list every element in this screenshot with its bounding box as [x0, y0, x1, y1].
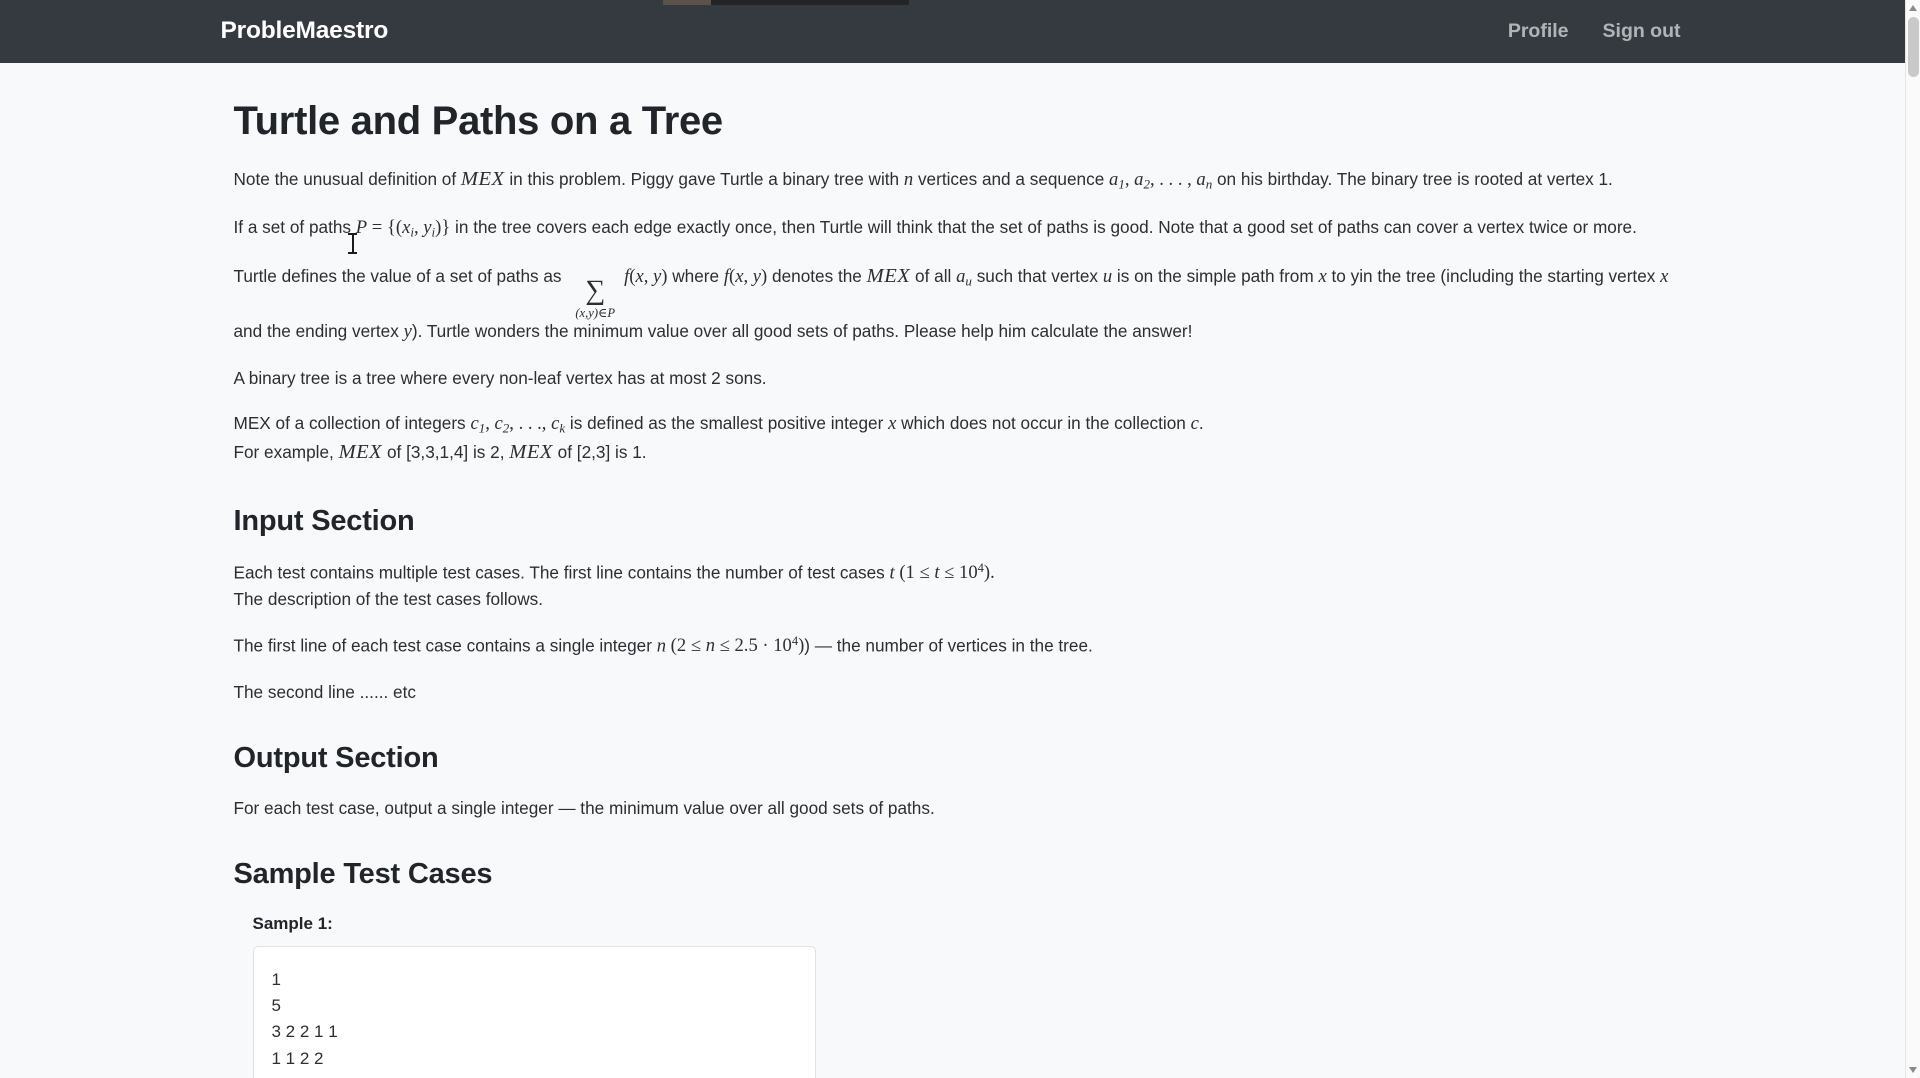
scroll-down-button[interactable]: [1906, 1062, 1920, 1078]
math-n-2: n: [656, 635, 667, 657]
math-mex-2: MEX: [866, 265, 911, 288]
input-section-paragraph-3: The second line ...... etc: [233, 682, 416, 703]
p3-mid6: to yin the tree (including the starting …: [1326, 266, 1661, 287]
scrollbar-thumb[interactable]: [1908, 17, 1919, 77]
p1-post: on his birthday. The binary tree is root…: [1212, 169, 1613, 189]
problem-statement-paragraph-4: A binary tree is a tree where every non-…: [233, 368, 767, 389]
math-f-xy-1: f(x, y): [624, 266, 668, 288]
math-sequence-a: a1, a2, . . . , an: [1109, 169, 1213, 192]
problem-statement-paragraph-2: If a set of paths P = {(xi, yi)} in the …: [234, 215, 1672, 242]
samples-section-heading: Sample Test Cases: [233, 858, 493, 890]
in-p2-post: ) — the number of vertices in the tree.: [804, 635, 1093, 656]
in-p1-pre: Each test contains multiple test cases. …: [233, 562, 890, 583]
p5-pre: MEX of a collection of integers: [233, 413, 471, 433]
input-section-paragraph-1: Each test contains multiple test cases. …: [234, 559, 1672, 612]
p5-mid2: which does not occur in the collection: [896, 413, 1191, 433]
problem-statement-paragraph-3: Turtle defines the value of a set of pat…: [234, 262, 1672, 346]
p3-tail-post: ). Turtle wonders the minimum value over…: [411, 321, 1193, 342]
p3-mid2: denotes the: [767, 266, 867, 287]
math-c: c: [1190, 413, 1199, 434]
scroll-up-arrow-icon: [1909, 5, 1917, 11]
p5-post: .: [1198, 413, 1204, 433]
p5-line2-pre: For example,: [233, 442, 339, 463]
math-collection-c: c1, c2, . . ., ck: [470, 413, 566, 436]
math-mex: MEX: [460, 168, 505, 190]
p3-mid1: where: [667, 266, 724, 287]
math-path-set: P = {(xi, yi)}: [355, 216, 451, 240]
samples-list: Sample 1: 1 5 3 2 2 1 1 1 1 2 2: [234, 914, 1672, 1078]
p3-tail-pre: and the ending vertex: [233, 321, 404, 342]
sigma-icon: ∑: [585, 274, 606, 306]
problem-statement-paragraph-1: Note the unusual definition of MEX in th…: [234, 165, 1672, 195]
p2-post: in the tree covers each edge exactly onc…: [450, 216, 1637, 237]
p1-mid: in this problem. Piggy gave Turtle a bin…: [504, 169, 904, 189]
math-f-xy-2: f(x, y): [723, 266, 768, 288]
main-content: Turtle and Paths on a Tree Note the unus…: [203, 97, 1703, 1078]
browser-viewport: ProbleMaestro Profile Sign out Turtle an…: [0, 0, 1920, 1078]
p5-line2-mid: of [3,3,1,4] is 2,: [382, 442, 510, 463]
math-y: y: [403, 321, 412, 343]
output-section-heading: Output Section: [233, 742, 439, 775]
problem-statement-paragraph-5: MEX of a collection of integers c1, c2, …: [234, 411, 1672, 468]
p3-pre: Turtle defines the value of a set of pat…: [233, 266, 567, 287]
sample-input-text: 1 5 3 2 2 1 1 1 1 2 2: [271, 969, 338, 1068]
scroll-down-arrow-icon: [1909, 1067, 1917, 1073]
math-summation: ∑ (x,y)∈P: [575, 274, 616, 320]
p1-pre: Note the unusual definition of: [233, 169, 461, 189]
in-p2-pre: The first line of each test case contain…: [233, 635, 657, 656]
math-x: x: [1318, 266, 1327, 288]
p3-mid5: is on the simple path from: [1112, 266, 1319, 287]
page-root: ProbleMaestro Profile Sign out Turtle an…: [0, 0, 1905, 1078]
math-x-2: x: [1660, 266, 1669, 288]
scroll-up-button[interactable]: [1906, 0, 1920, 16]
brand-logo[interactable]: ProbleMaestro: [221, 19, 389, 44]
math-mex-4: MEX: [509, 441, 553, 464]
math-t-bound: (1 ≤ t ≤ 104).: [894, 560, 995, 584]
page-title: Turtle and Paths on a Tree: [233, 99, 724, 143]
sample-label: Sample 1:: [252, 913, 333, 933]
vertical-scrollbar[interactable]: [1905, 0, 1920, 1078]
nav-link-sign-out[interactable]: Sign out: [1603, 21, 1681, 42]
p1-mid2: vertices and a sequence: [913, 169, 1110, 189]
math-n: n: [903, 169, 914, 190]
summation-subscript: (x,y)∈P: [575, 305, 616, 320]
math-u: u: [1102, 266, 1113, 288]
math-mex-3: MEX: [338, 441, 383, 464]
nav-link-profile[interactable]: Profile: [1508, 21, 1569, 42]
math-n-bound: (2 ≤ n ≤ 2.5 · 104): [666, 634, 805, 657]
p5-mid: is defined as the smallest positive inte…: [565, 413, 889, 433]
output-section-paragraph-1: For each test case, output a single inte…: [233, 798, 935, 819]
p5-line2-post: of [2,3] is 1.: [552, 442, 647, 463]
p3-mid3: of all: [910, 266, 957, 287]
sample-item: Sample 1: 1 5 3 2 2 1 1 1 1 2 2: [234, 914, 1672, 1078]
p2-pre: If a set of paths: [233, 216, 356, 237]
math-a-u: au: [956, 266, 972, 289]
p3-mid4: such that vertex: [971, 266, 1103, 287]
input-section-heading: Input Section: [233, 505, 415, 538]
in-p1-line2: The description of the test cases follow…: [233, 589, 544, 610]
top-navbar: ProbleMaestro Profile Sign out: [0, 0, 1905, 63]
input-section-paragraph-2: The first line of each test case contain…: [234, 632, 1672, 660]
navbar-inner: ProbleMaestro Profile Sign out: [209, 19, 1697, 44]
sample-input-box[interactable]: 1 5 3 2 2 1 1 1 1 2 2: [252, 945, 816, 1078]
navbar-links: Profile Sign out: [1508, 21, 1685, 42]
